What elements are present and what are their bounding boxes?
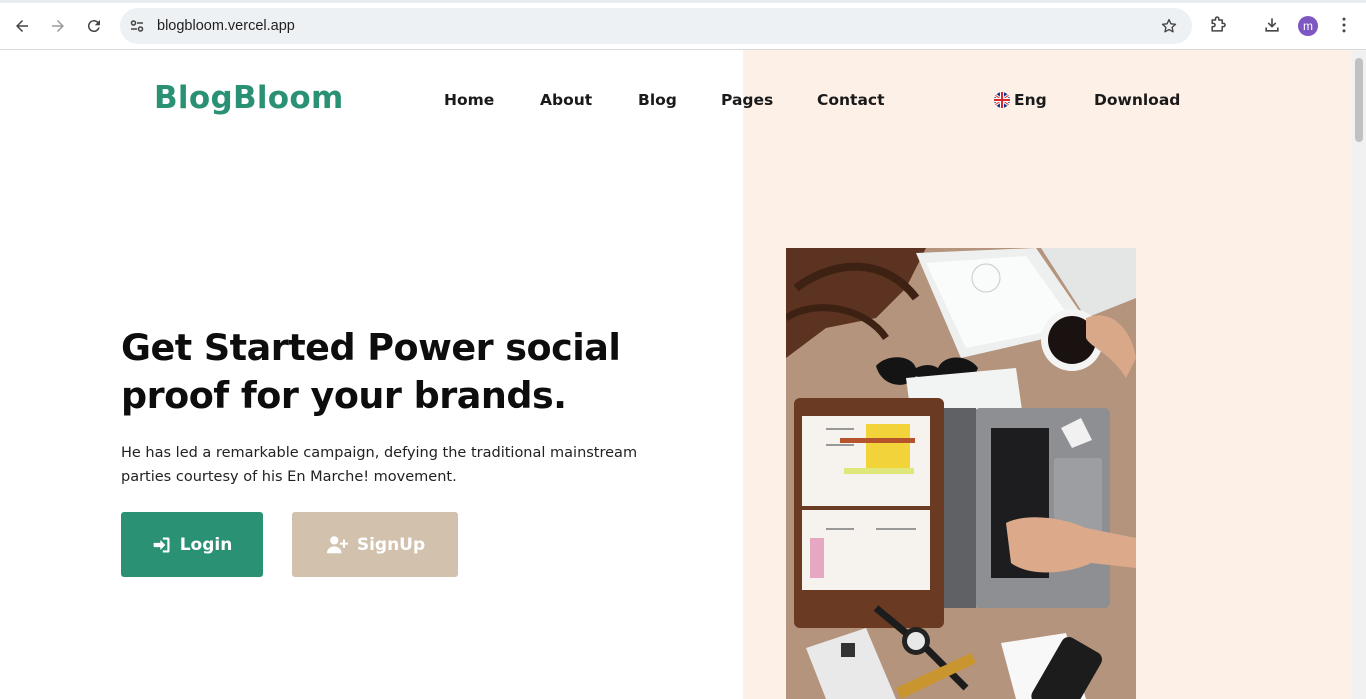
tune-icon[interactable]	[129, 18, 145, 34]
back-button[interactable]	[8, 12, 36, 40]
extensions-button[interactable]	[1206, 13, 1230, 37]
arrow-right-icon	[52, 20, 64, 32]
address-bar[interactable]: blogbloom.vercel.app	[120, 8, 1192, 44]
nav-link-blog[interactable]: Blog	[638, 91, 677, 109]
scrollbar-thumb[interactable]	[1355, 58, 1363, 142]
puzzle-icon	[1211, 16, 1226, 32]
language-selector[interactable]: Eng	[994, 91, 1047, 109]
site-logo[interactable]: BlogBloom	[154, 80, 344, 116]
profile-avatar[interactable]: m	[1298, 16, 1318, 36]
signup-button[interactable]: SignUp	[292, 512, 458, 577]
hero-subtitle: He has led a remarkable campaign, defyin…	[121, 445, 638, 485]
nav-link-about[interactable]: About	[540, 91, 592, 109]
downloads-button[interactable]	[1260, 13, 1284, 37]
login-button[interactable]: Login	[121, 512, 263, 577]
arrow-left-icon	[16, 20, 28, 32]
user-plus-icon	[326, 535, 348, 553]
url-text[interactable]: blogbloom.vercel.app	[157, 18, 295, 34]
sign-in-icon	[153, 537, 170, 552]
uk-flag-icon	[994, 92, 1010, 108]
tab-strip-edge	[0, 0, 1366, 3]
login-label: Login	[179, 534, 233, 555]
desk-flatlay-illustration	[786, 248, 1136, 699]
language-label: Eng	[1014, 91, 1047, 109]
reload-icon	[87, 20, 100, 33]
forward-button[interactable]	[44, 12, 72, 40]
download-icon	[1265, 18, 1279, 32]
signup-label: SignUp	[356, 534, 426, 555]
page-scrollbar[interactable]	[1352, 50, 1366, 699]
kebab-menu-icon	[1342, 17, 1346, 33]
browser-toolbar: blogbloom.vercel.app m	[0, 0, 1366, 50]
hero-title: Get Started Power social proof for your …	[121, 326, 621, 417]
reload-button[interactable]	[80, 12, 108, 40]
chrome-menu-button[interactable]	[1332, 13, 1356, 37]
nav-link-home[interactable]: Home	[444, 91, 494, 109]
hero-image	[786, 248, 1136, 699]
star-icon[interactable]	[1160, 17, 1178, 35]
nav-link-contact[interactable]: Contact	[817, 91, 885, 109]
nav-link-pages[interactable]: Pages	[721, 91, 773, 109]
download-link[interactable]: Download	[1094, 91, 1180, 109]
web-page: BlogBloom Home About Blog Pages Contact …	[0, 50, 1352, 699]
